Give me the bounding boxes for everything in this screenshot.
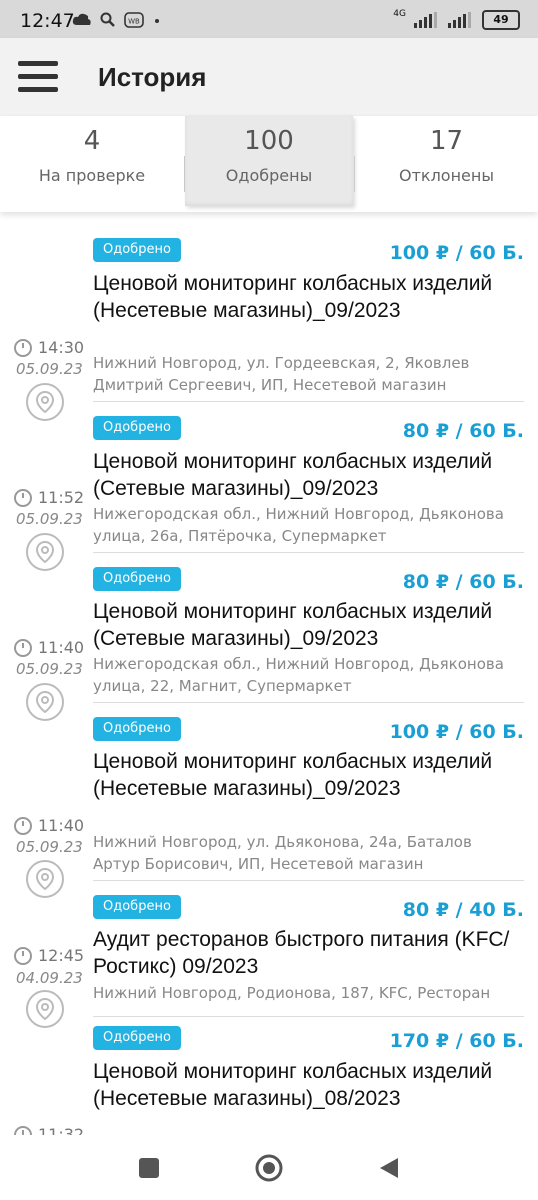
tab-count: 17: [429, 126, 464, 156]
item-divider: [93, 1016, 524, 1017]
time-text: 11:40: [38, 638, 85, 657]
tab-label: На проверке: [38, 166, 146, 185]
list-item[interactable]: Одобрено 170 ₽ / 60 Б. Ценовой мониторин…: [0, 1020, 538, 1135]
cloud-check-icon: [72, 13, 91, 25]
status-time: 12:47: [20, 10, 75, 32]
tab-approved[interactable]: 100 Одобрены: [185, 116, 353, 206]
task-name: Аудит ресторанов быстрого питания (KFC/Р…: [93, 928, 510, 978]
task-address: Нижегородская обл., Нижний Новгород, Дья…: [93, 505, 504, 545]
tab-rejected[interactable]: 17 Отклонены: [355, 116, 538, 206]
back-button[interactable]: [378, 1156, 400, 1180]
app-bar: История: [0, 38, 538, 116]
status-badge: Одобрено: [93, 416, 181, 440]
task-time: 14:30: [14, 338, 84, 357]
signal-icon-2: [448, 12, 471, 28]
task-address: Нижний Новгород, Родионова, 187, KFC, Ре…: [93, 984, 491, 1002]
task-address: Нижний Новгород, ул. Гордеевская, 2, Яко…: [93, 354, 470, 394]
reward-price: 170 ₽ / 60 Б.: [389, 1030, 524, 1052]
svg-text:WB: WB: [128, 18, 140, 26]
tab-label: Отклонены: [399, 166, 494, 185]
item-divider: [93, 401, 524, 402]
status-system-icons: 4G 49: [393, 9, 520, 30]
signal-icon: [414, 12, 437, 28]
search-icon: [100, 12, 115, 27]
task-name: Ценовой мониторинг колбасных изделий (Не…: [93, 272, 493, 322]
network-type-label: 4G: [393, 9, 406, 19]
page-title: История: [98, 62, 207, 92]
task-name: Ценовой мониторинг колбасных изделий (Се…: [93, 600, 493, 650]
system-nav-bar: [0, 1135, 538, 1200]
history-list: Одобрено 100 ₽ / 60 Б. Ценовой мониторин…: [0, 230, 538, 1135]
reward-price: 100 ₽ / 60 Б.: [389, 721, 524, 743]
time-text: 11:52: [38, 488, 85, 507]
task-time: 11:40: [14, 816, 84, 835]
item-divider: [93, 552, 524, 553]
task-date: 05.09.23: [16, 660, 83, 678]
task-time: 11:52: [14, 488, 84, 507]
status-notification-icons: WB: [72, 12, 162, 28]
list-item[interactable]: Одобрено 80 ₽ / 60 Б. Ценовой мониторинг…: [0, 560, 538, 721]
clock-icon: [14, 638, 32, 657]
item-divider: [93, 880, 524, 881]
reward-price: 80 ₽ / 60 Б.: [402, 571, 524, 593]
tab-label: Одобрены: [225, 166, 313, 185]
list-item[interactable]: Одобрено 80 ₽ / 40 Б. Аудит ресторанов б…: [0, 888, 538, 1028]
status-badge: Одобрено: [93, 895, 181, 919]
status-badge: Одобрено: [93, 717, 181, 741]
task-date: 04.09.23: [16, 969, 83, 987]
task-address: Нижний Новгород, ул. Дьяконова, 24а, Бат…: [93, 833, 472, 873]
task-address: Нижегородская обл., Нижний Новгород, Дья…: [93, 655, 504, 695]
clock-icon: [14, 488, 32, 507]
status-badge: Одобрено: [93, 567, 181, 591]
battery-indicator: 49: [482, 10, 520, 30]
clock-icon: [14, 1125, 32, 1135]
tab-under-review[interactable]: 4 На проверке: [0, 116, 184, 206]
clock-icon: [14, 946, 32, 965]
task-date: 05.09.23: [16, 838, 83, 856]
task-time: 11:32: [14, 1125, 84, 1135]
time-text: 14:30: [38, 338, 85, 357]
time-text: 11:32: [38, 1125, 85, 1135]
wb-app-icon: WB: [124, 12, 144, 28]
dot-icon: [155, 19, 159, 23]
tab-count: 4: [83, 126, 101, 156]
task-date: 05.09.23: [16, 360, 83, 378]
time-text: 11:40: [38, 816, 85, 835]
status-bar: 12:47 WB 4G 49: [0, 0, 538, 38]
menu-icon[interactable]: [18, 61, 58, 93]
reward-price: 80 ₽ / 40 Б.: [402, 899, 524, 921]
list-item[interactable]: Одобрено 80 ₽ / 60 Б. Ценовой мониторинг…: [0, 410, 538, 571]
task-name: Ценовой мониторинг колбасных изделий (Не…: [93, 750, 493, 800]
clock-icon: [14, 338, 32, 357]
task-name: Ценовой мониторинг колбасных изделий (Се…: [93, 450, 493, 500]
task-time: 12:45: [14, 946, 84, 965]
tab-count: 100: [244, 126, 294, 156]
home-button[interactable]: [255, 1154, 283, 1182]
task-date: 05.09.23: [16, 510, 83, 528]
status-badge: Одобрено: [93, 238, 181, 262]
tab-bar: 4 На проверке 100 Одобрены 17 Отклонены: [0, 116, 538, 212]
item-divider: [93, 702, 524, 703]
list-item[interactable]: Одобрено 100 ₽ / 60 Б. Ценовой мониторин…: [0, 710, 538, 898]
list-item[interactable]: Одобрено 100 ₽ / 60 Б. Ценовой мониторин…: [0, 230, 538, 421]
time-text: 12:45: [38, 946, 85, 965]
reward-price: 80 ₽ / 60 Б.: [402, 420, 524, 442]
task-time: 11:40: [14, 638, 84, 657]
status-badge: Одобрено: [93, 1026, 181, 1050]
clock-icon: [14, 816, 32, 835]
recent-apps-button[interactable]: [138, 1157, 160, 1179]
reward-price: 100 ₽ / 60 Б.: [389, 242, 524, 264]
task-name: Ценовой мониторинг колбасных изделий (Не…: [93, 1060, 493, 1110]
